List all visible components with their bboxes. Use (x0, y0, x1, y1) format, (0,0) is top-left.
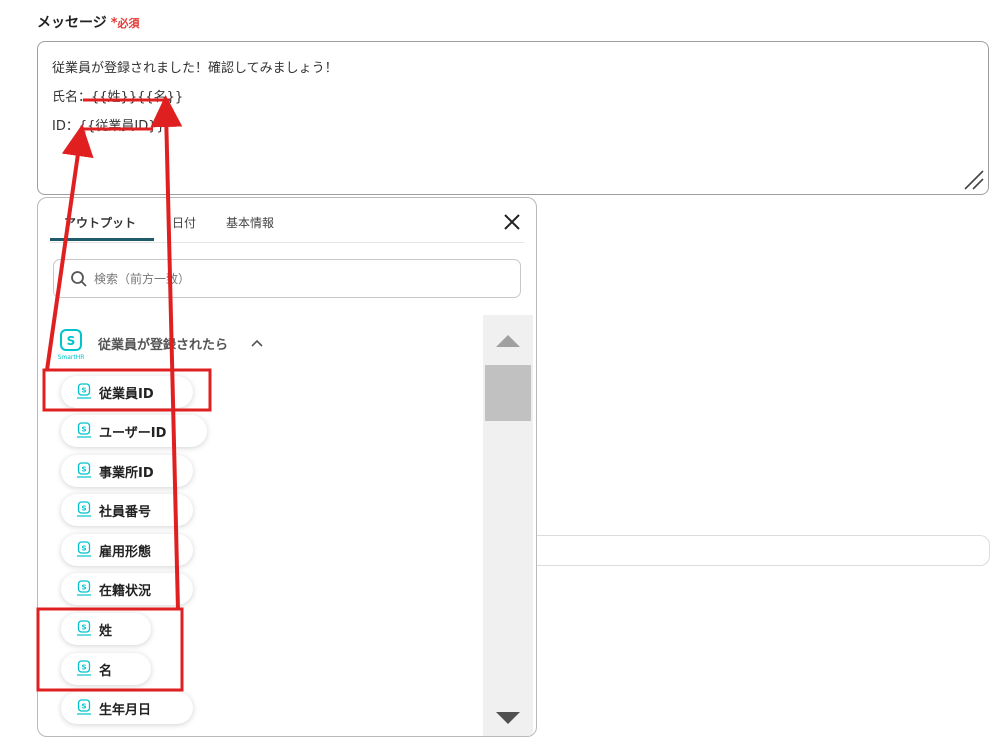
smarthr-icon: S (77, 541, 91, 557)
tab-date[interactable]: 日付 (172, 214, 196, 231)
smarthr-icon: S (77, 660, 91, 676)
scroll-down-arrow-icon[interactable] (496, 712, 520, 724)
smarthr-icon: S (77, 620, 91, 636)
scrollbar-thumb[interactable] (485, 365, 531, 421)
resize-handle-icon[interactable] (961, 167, 985, 191)
output-item-chip[interactable]: S 事業所ID (61, 455, 193, 487)
output-item-chip[interactable]: S 従業員ID (61, 376, 193, 408)
required-text: 必須 (117, 17, 140, 30)
message-line-1: 従業員が登録されました！確認してみましょう！ (52, 61, 338, 76)
search-input[interactable] (92, 266, 516, 292)
active-tab-indicator (50, 238, 154, 241)
smarthr-icon: S (77, 699, 91, 715)
output-item-label: 生年月日 (99, 702, 152, 718)
output-item-label: 在籍状況 (99, 583, 152, 599)
output-item-chip[interactable]: S 雇用形態 (61, 534, 193, 566)
output-item-label: 名 (99, 663, 113, 679)
output-item-chip[interactable]: S名 (61, 653, 151, 685)
output-item-label: 雇用形態 (99, 544, 152, 560)
output-item-label: ユーザーID (99, 425, 167, 441)
group-logo-text: SmartHR (58, 354, 85, 361)
smarthr-icon: S (77, 580, 91, 596)
output-item-chip[interactable]: S 生年月日 (61, 692, 193, 724)
svg-text:S: S (81, 584, 86, 592)
svg-text:S: S (67, 334, 76, 348)
search-icon (71, 271, 87, 287)
smarthr-icon: S (77, 501, 91, 517)
required-star: * (110, 16, 118, 31)
tab-basic-info[interactable]: 基本情報 (226, 214, 274, 231)
background-input[interactable] (520, 535, 990, 566)
svg-text:S: S (81, 545, 86, 553)
svg-text:S: S (81, 703, 86, 711)
close-icon[interactable] (500, 210, 524, 234)
svg-text:S: S (81, 387, 86, 395)
svg-text:S: S (81, 624, 86, 632)
svg-text:S: S (81, 505, 86, 513)
output-item-label: 社員番号 (99, 504, 152, 520)
svg-text:S: S (81, 426, 86, 434)
trigger-group-title[interactable]: 従業員が登録されたら (98, 334, 228, 353)
output-item-label: 事業所ID (99, 465, 154, 481)
message-field-label: メッセージ *必須 (37, 12, 140, 32)
scroll-up-arrow-icon[interactable] (496, 335, 520, 347)
output-item-chip[interactable]: S ユーザーID (61, 415, 207, 447)
output-item-label: 従業員ID (99, 386, 154, 402)
svg-text:S: S (81, 664, 86, 672)
output-item-chip[interactable]: S 社員番号 (61, 494, 193, 526)
smarthr-icon: S (77, 383, 91, 399)
variable-picker-panel: アウトプット 日付 基本情報 S SmartHR 従業員が登録されたら S 従業員… (37, 197, 537, 737)
search-box (53, 259, 521, 298)
output-item-chip[interactable]: S姓 (61, 613, 151, 645)
smarthr-icon: S (77, 422, 91, 438)
tab-output[interactable]: アウトプット (64, 214, 136, 231)
output-item-label: 姓 (99, 623, 113, 639)
smarthr-logo-icon: S SmartHR (58, 329, 85, 361)
message-textarea[interactable]: 従業員が登録されました！確認してみましょう！ 氏名：{{姓}}{{名}} ID：… (37, 41, 989, 195)
message-line-2: 氏名：{{姓}}{{名}} (52, 90, 184, 105)
output-item-chip[interactable]: S 在籍状況 (61, 573, 193, 605)
chevron-up-icon[interactable] (250, 338, 264, 348)
message-line-3: ID：{{従業員ID}} (52, 119, 165, 134)
svg-text:S: S (81, 466, 86, 474)
field-label-text: メッセージ (37, 15, 107, 31)
smarthr-icon: S (77, 462, 91, 478)
panel-tabs: アウトプット 日付 基本情報 (50, 198, 524, 243)
